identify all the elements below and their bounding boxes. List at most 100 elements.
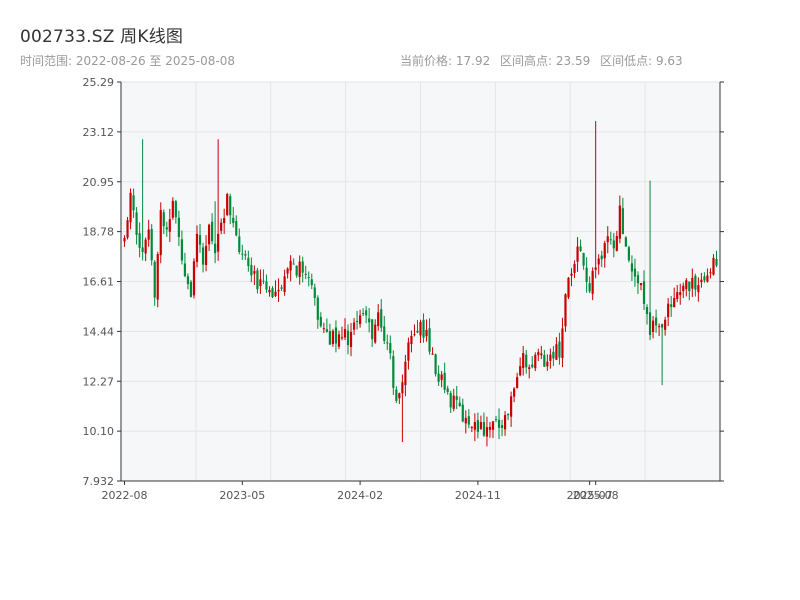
candle-body xyxy=(606,236,609,243)
candle-body xyxy=(694,275,697,290)
candle-body xyxy=(609,239,612,241)
candle-body xyxy=(691,277,694,289)
candle-body xyxy=(150,228,153,261)
candle xyxy=(192,258,196,299)
candle-body xyxy=(552,351,555,359)
candle-body xyxy=(325,329,328,332)
candle-body xyxy=(349,332,353,348)
candle-body xyxy=(413,334,416,336)
candle-body xyxy=(343,329,347,338)
candle-body xyxy=(503,415,507,430)
candle-body xyxy=(207,224,211,245)
candle-body xyxy=(274,291,277,297)
candle-body xyxy=(510,396,513,417)
candle-body xyxy=(525,354,528,368)
x-tick-label: 2025-08 xyxy=(573,489,619,502)
candle-body xyxy=(664,319,667,330)
candle-body xyxy=(174,201,177,218)
candle-body xyxy=(171,200,174,218)
candle-body xyxy=(464,417,467,424)
candle-body xyxy=(546,361,549,367)
candle-body xyxy=(676,292,679,299)
candle-body xyxy=(500,425,504,429)
candle-body xyxy=(658,326,661,328)
candle-body xyxy=(491,421,495,430)
x-tick-label: 2023-05 xyxy=(219,489,265,502)
candle-body xyxy=(470,426,473,428)
candle xyxy=(159,202,162,264)
candle-body xyxy=(624,237,627,247)
x-tick-label: 2024-02 xyxy=(337,489,383,502)
candle-body xyxy=(189,281,193,297)
candle-body xyxy=(428,328,431,352)
candle-body xyxy=(679,292,682,296)
candle-body xyxy=(214,243,217,254)
candle-body xyxy=(229,196,232,216)
candle-body xyxy=(636,275,640,284)
candle-body xyxy=(573,263,576,273)
y-tick-label: 10.10 xyxy=(83,425,115,438)
candle-body xyxy=(642,281,646,304)
candle xyxy=(564,293,567,332)
candle-body xyxy=(633,268,637,277)
candle-body xyxy=(537,352,540,356)
candle xyxy=(624,236,627,247)
candle-body xyxy=(192,261,196,296)
candle xyxy=(156,251,159,308)
candle-body xyxy=(425,329,428,337)
candle-body xyxy=(368,318,371,323)
candle-body xyxy=(488,426,492,430)
candle-body xyxy=(410,335,413,345)
candle-body xyxy=(220,222,223,231)
candle-body xyxy=(244,254,247,256)
candle-body xyxy=(277,289,280,292)
candle-body xyxy=(579,246,582,251)
candle-body xyxy=(180,239,183,261)
candle-body xyxy=(540,353,543,356)
candle-body xyxy=(259,279,262,287)
candle-body xyxy=(313,287,316,298)
candle-body xyxy=(697,285,700,293)
candle xyxy=(226,192,229,217)
candle-body xyxy=(395,389,398,401)
candle-body xyxy=(519,366,522,376)
candle-body xyxy=(144,239,147,254)
candle-body xyxy=(135,212,138,235)
candle-body xyxy=(365,310,368,316)
candle-body xyxy=(256,270,259,290)
candle-body xyxy=(561,328,564,359)
candle-body xyxy=(416,330,419,333)
candle-body xyxy=(455,396,458,400)
candle-body xyxy=(621,208,624,234)
candle-body xyxy=(165,227,168,230)
candle-body xyxy=(247,257,250,267)
candle-body xyxy=(567,277,570,298)
candle-body xyxy=(383,326,386,342)
candle-body xyxy=(682,285,685,292)
candle-body xyxy=(443,372,446,390)
candle-body xyxy=(355,321,359,323)
candle-body xyxy=(226,194,229,215)
candle-body xyxy=(630,263,634,272)
candle-body xyxy=(253,271,256,274)
candle-body xyxy=(358,315,362,324)
candle-body xyxy=(377,312,380,327)
candle-body xyxy=(685,280,688,290)
y-tick-label: 18.78 xyxy=(83,226,115,239)
candle xyxy=(434,353,437,377)
candle-body xyxy=(217,233,220,252)
candle xyxy=(126,217,129,240)
candle-body xyxy=(374,324,377,343)
y-tick-label: 12.27 xyxy=(83,375,115,388)
candle-body xyxy=(319,316,322,327)
candle-body xyxy=(271,288,274,298)
candle-body xyxy=(715,259,718,266)
candle-body xyxy=(494,419,498,421)
candle-body xyxy=(241,253,244,255)
candle-body xyxy=(132,195,135,211)
candle-body xyxy=(648,312,652,336)
candle-body xyxy=(280,287,283,289)
chart-stage: 002733.SZ 周K线图 时间范围: 2022-08-26 至 2025-0… xyxy=(0,0,800,600)
candle-body xyxy=(162,212,165,227)
candle-body xyxy=(600,255,603,260)
